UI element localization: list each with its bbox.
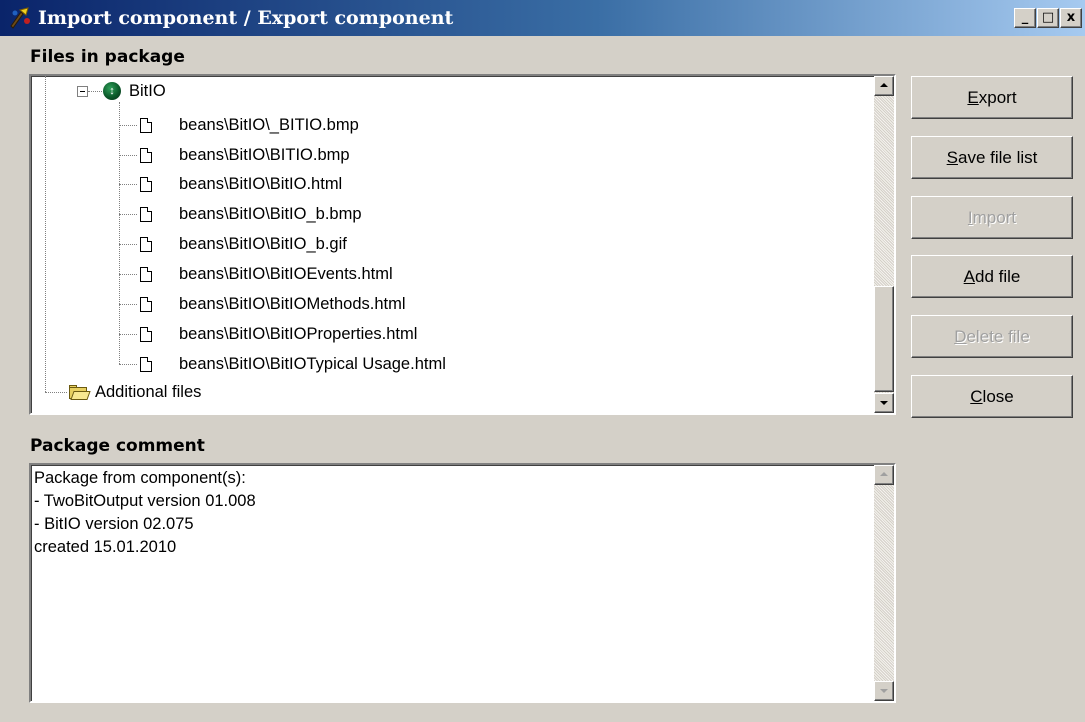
tree-node-additional-files[interactable]: Additional files: [95, 382, 201, 402]
title-bar[interactable]: Import component / Export component _ □ …: [0, 0, 1085, 36]
save-file-list-accesskey: S: [946, 148, 958, 167]
file-icon: [140, 357, 152, 372]
file-icon: [140, 237, 152, 252]
save-file-list-button[interactable]: Save file list: [911, 136, 1073, 179]
export-button-accesskey: E: [967, 88, 979, 107]
scroll-up-button[interactable]: [874, 76, 894, 96]
tree-file-item[interactable]: beans\BitIO\_BITIO.bmp: [179, 115, 359, 135]
tree-line: [119, 102, 120, 364]
close-button[interactable]: Close: [911, 375, 1073, 418]
import-button[interactable]: Import: [911, 196, 1073, 239]
tree-line: [119, 334, 137, 335]
close-window-button[interactable]: x: [1060, 8, 1082, 28]
file-icon: [140, 267, 152, 282]
comment-scrollbar[interactable]: [874, 465, 894, 701]
scroll-down-button[interactable]: [874, 393, 894, 413]
package-comment-text[interactable]: Package from component(s): - TwoBitOutpu…: [34, 467, 870, 559]
tree-file-item[interactable]: beans\BitIO\BitIOTypical Usage.html: [179, 354, 446, 374]
arrow-up-icon: [880, 472, 888, 476]
window-title: Import component / Export component: [38, 7, 454, 29]
tree-file-item[interactable]: beans\BitIO\BitIO_b.gif: [179, 234, 347, 254]
file-icon: [140, 118, 152, 133]
scroll-thumb[interactable]: [874, 286, 894, 392]
tree-file-item[interactable]: beans\BitIO\BitIO.html: [179, 174, 342, 194]
file-tree-scrollbar[interactable]: [874, 76, 894, 413]
files-section-label: Files in package: [30, 47, 185, 67]
tree-line: [119, 304, 137, 305]
scroll-down-button[interactable]: [874, 681, 894, 701]
file-icon: [140, 177, 152, 192]
close-button-accesskey: C: [970, 387, 983, 406]
tree-line: [119, 155, 137, 156]
arrow-up-icon: [880, 83, 888, 87]
tree-node-bitio[interactable]: BitIO: [129, 81, 166, 101]
delete-file-label: elete file: [966, 327, 1030, 346]
tree-file-item[interactable]: beans\BitIO\BitIOProperties.html: [179, 324, 417, 344]
delete-file-button[interactable]: Delete file: [911, 315, 1073, 358]
tree-line: [119, 125, 137, 126]
file-tree[interactable]: ↕ BitIO beans\BitIO\_BITIO.bmp beans\Bit…: [29, 74, 896, 415]
add-file-label: dd file: [974, 267, 1021, 286]
tree-file-item[interactable]: beans\BitIO\BitIOMethods.html: [179, 294, 406, 314]
maximize-button[interactable]: □: [1037, 8, 1059, 28]
file-icon: [140, 297, 152, 312]
scroll-up-button[interactable]: [874, 465, 894, 485]
file-icon: [140, 327, 152, 342]
tree-line: [45, 76, 46, 392]
collapse-toggle[interactable]: [77, 86, 88, 97]
open-folder-icon: [69, 385, 91, 400]
save-file-list-label: ave file list: [957, 148, 1038, 167]
tree-file-item[interactable]: beans\BitIO\BitIO_b.bmp: [179, 204, 362, 224]
tree-line: [119, 214, 137, 215]
tree-line: [119, 364, 137, 365]
tree-file-item[interactable]: beans\BitIO\BITIO.bmp: [179, 145, 350, 165]
import-button-label: mport: [972, 208, 1017, 227]
tree-line: [119, 184, 137, 185]
bean-icon: ↕: [103, 82, 121, 100]
maximize-icon: □: [1041, 10, 1055, 25]
export-button-label: xport: [978, 88, 1017, 107]
close-icon: x: [1066, 10, 1076, 25]
package-comment-textarea[interactable]: Package from component(s): - TwoBitOutpu…: [29, 463, 896, 703]
tree-file-item[interactable]: beans\BitIO\BitIOEvents.html: [179, 264, 393, 284]
app-icon: [10, 7, 30, 29]
file-icon: [140, 148, 152, 163]
file-icon: [140, 207, 152, 222]
add-file-button[interactable]: Add file: [911, 255, 1073, 298]
minimize-icon: _: [1021, 10, 1029, 25]
close-button-label: lose: [982, 387, 1014, 406]
delete-file-accesskey: D: [954, 327, 967, 346]
comment-section-label: Package comment: [30, 436, 205, 456]
minimize-button[interactable]: _: [1014, 8, 1036, 28]
tree-line: [119, 244, 137, 245]
arrow-down-icon: [880, 401, 888, 405]
add-file-accesskey: A: [963, 267, 975, 286]
tree-line: [45, 392, 67, 393]
tree-line: [119, 274, 137, 275]
file-tree-content: ↕ BitIO beans\BitIO\_BITIO.bmp beans\Bit…: [31, 76, 872, 413]
export-button[interactable]: Export: [911, 76, 1073, 119]
tree-line: [88, 91, 102, 92]
arrow-down-icon: [880, 689, 888, 693]
